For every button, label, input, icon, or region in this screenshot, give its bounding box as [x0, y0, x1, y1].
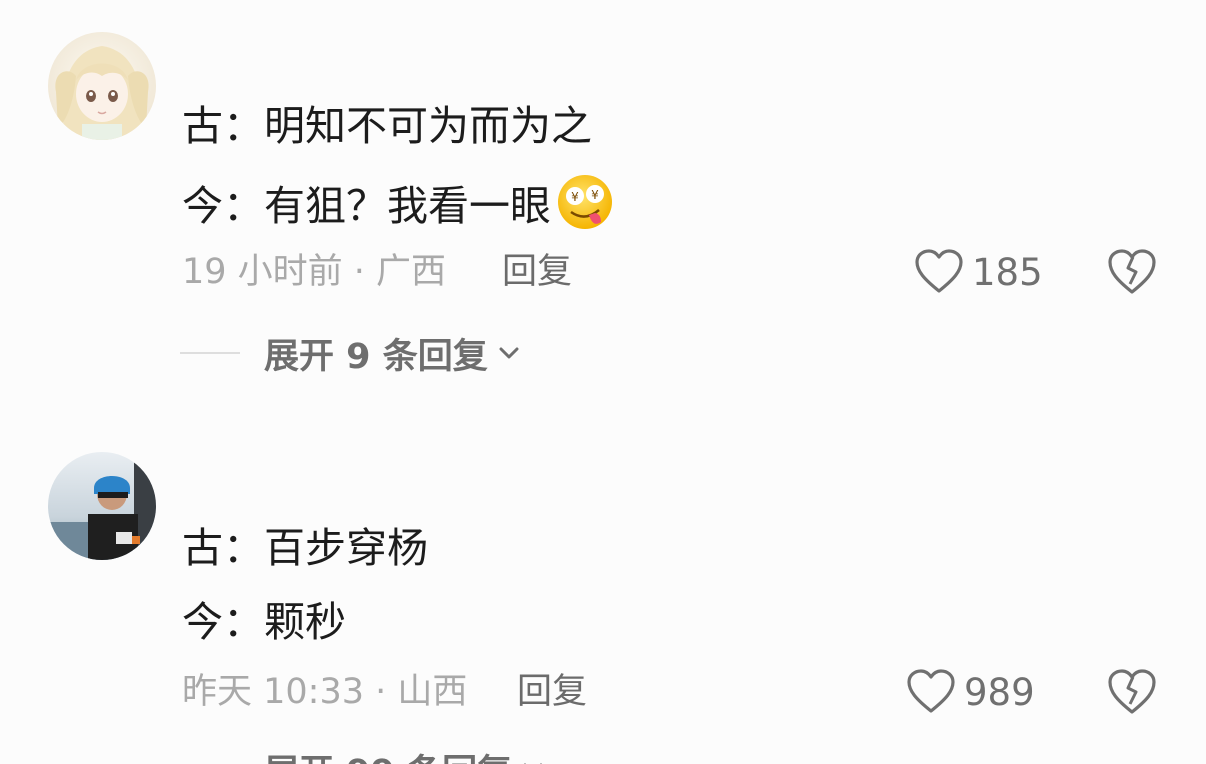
- comment-meta: 19 小时前 · 广西: [182, 252, 447, 292]
- expand-replies-button[interactable]: 展开 99 条回复: [180, 744, 546, 764]
- divider: [180, 352, 240, 354]
- avatar[interactable]: [48, 452, 156, 560]
- comment-text-line-1: 古：百步穿杨: [182, 524, 428, 572]
- expand-replies-button[interactable]: 展开 9 条回复: [180, 328, 522, 378]
- comment-meta: 昨天 10:33 · 山西: [182, 672, 468, 712]
- drooling-tongue-emoji-icon: ¥ ¥: [555, 172, 615, 232]
- like-button[interactable]: 989: [906, 664, 1035, 720]
- broken-heart-icon: [1108, 669, 1156, 714]
- like-button[interactable]: 185: [914, 244, 1043, 300]
- svg-text:¥: ¥: [571, 190, 579, 204]
- expand-replies-label: 展开 9 条回复: [264, 336, 488, 377]
- dislike-button[interactable]: [1106, 248, 1158, 296]
- heart-icon: [915, 249, 963, 293]
- comment-text: 今：有狙？我看一眼: [182, 182, 551, 230]
- like-count: 989: [964, 670, 1035, 714]
- dislike-button[interactable]: [1106, 668, 1158, 716]
- comment-text-line-1: 古：明知不可为而为之: [182, 102, 592, 150]
- chevron-down-icon: [499, 347, 519, 359]
- comment-text-line-2: 今：有狙？我看一眼 ¥ ¥: [182, 172, 615, 234]
- avatar[interactable]: [48, 32, 156, 140]
- heart-icon: [907, 669, 955, 713]
- reply-button[interactable]: 回复: [517, 668, 587, 716]
- svg-text:¥: ¥: [591, 188, 599, 202]
- chevron-down-icon: [523, 763, 543, 764]
- expand-replies-label: 展开 99 条回复: [264, 744, 512, 764]
- broken-heart-icon: [1108, 249, 1156, 294]
- reply-button[interactable]: 回复: [502, 248, 572, 296]
- like-count: 185: [972, 250, 1043, 294]
- comment-list: 古：明知不可为而为之 今：有狙？我看一眼 ¥ ¥ 19 小时前 · 广西 回复 …: [0, 0, 1206, 764]
- comment-text-line-2: 今：颗秒: [182, 598, 346, 646]
